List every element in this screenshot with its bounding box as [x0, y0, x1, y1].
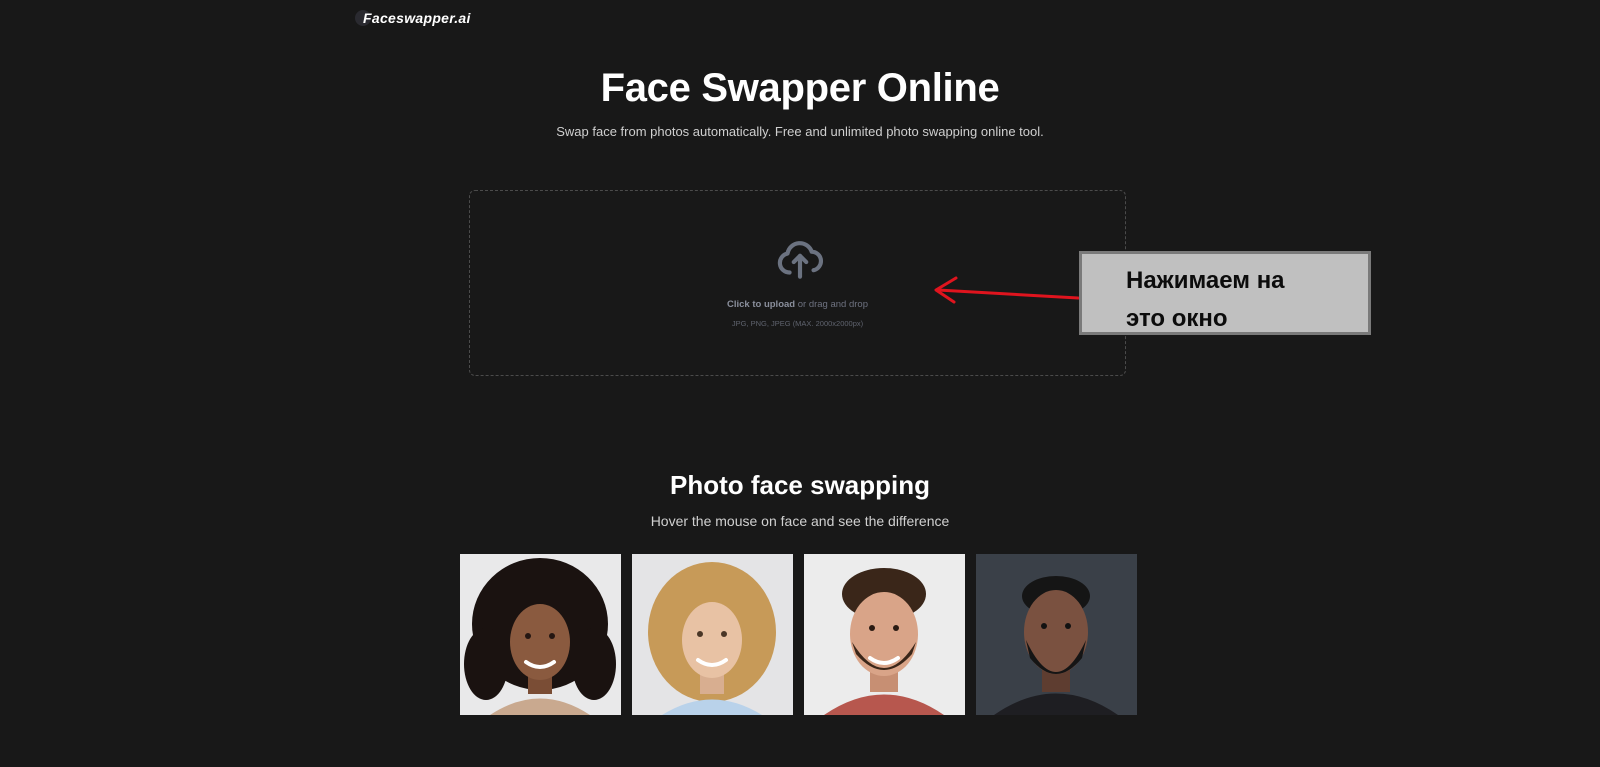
callout-line-2: это окно [1126, 305, 1228, 332]
drag-drop-text: or drag and drop [795, 299, 868, 310]
page-title: Face Swapper Online [600, 66, 1000, 110]
callout-line-1: Нажимаем на [1126, 267, 1285, 294]
gallery-photo-2[interactable] [632, 554, 793, 715]
logo-text: Faceswapper.ai [363, 10, 471, 26]
portrait-man-dark-background-image [976, 554, 1137, 715]
annotation-callout: Нажимаем на это окно [1079, 251, 1371, 335]
section-subtitle: Hover the mouse on face and see the diff… [650, 513, 950, 529]
portrait-woman-blonde-hair-image [632, 554, 793, 715]
section-title: Photo face swapping [669, 470, 931, 500]
portrait-woman-curly-hair-image [460, 554, 621, 715]
page: Faceswapper.ai Face Swapper Online Swap … [0, 0, 1600, 767]
cloud-upload-icon [777, 241, 824, 279]
photo-gallery [460, 554, 1137, 715]
gallery-photo-4[interactable] [976, 554, 1137, 715]
annotation-arrow-icon [934, 276, 1080, 304]
upload-format-hint: JPG, PNG, JPEG (MAX. 2000x2000px) [731, 319, 864, 328]
page-subtitle: Swap face from photos automatically. Fre… [556, 124, 1044, 139]
portrait-man-beard-smiling-image [804, 554, 965, 715]
gallery-photo-1[interactable] [460, 554, 621, 715]
click-to-upload-link[interactable]: Click to upload [727, 299, 795, 310]
logo[interactable]: Faceswapper.ai [355, 10, 471, 26]
gallery-photo-3[interactable] [804, 554, 965, 715]
